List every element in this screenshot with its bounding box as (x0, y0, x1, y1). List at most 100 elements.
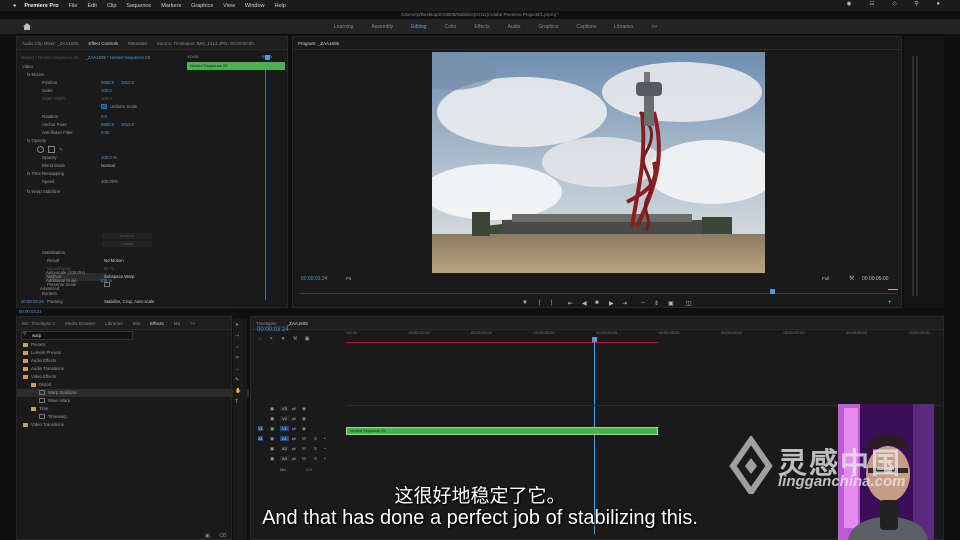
tab-audio-clip-mixer[interactable]: Audio Clip Mixer: _ZAA1605 (17, 41, 84, 46)
effects-tree-item[interactable]: Video Transitions (17, 421, 233, 429)
lock-track-icon[interactable]: ▣ (270, 436, 274, 442)
wifi-icon[interactable]: ◇ (892, 1, 896, 7)
pen-tool-icon[interactable]: ✎ (235, 377, 241, 383)
quality-dropdown[interactable]: Full (822, 276, 829, 281)
solo-icon[interactable]: S (314, 436, 317, 441)
effects-tree-item[interactable]: Audio Effects (17, 357, 233, 365)
source-patch[interactable]: A1 (258, 436, 263, 441)
effects-tree-item[interactable]: Timewarp (17, 413, 249, 421)
ws-audio[interactable]: Audio (499, 24, 530, 30)
toggle-output-icon[interactable]: ◉ (302, 426, 306, 432)
mute-icon[interactable]: M (302, 436, 306, 441)
lock-track-icon[interactable]: ▣ (270, 446, 274, 452)
microphone-icon[interactable]: • (324, 446, 326, 451)
mark-out-icon[interactable]: | (551, 300, 553, 306)
effects-search-input[interactable]: warp (21, 331, 133, 340)
solo-icon[interactable]: S (314, 456, 317, 461)
mute-icon[interactable]: M (302, 456, 306, 461)
ws-assembly[interactable]: Assembly (362, 24, 402, 30)
ws-libraries[interactable]: Libraries (605, 24, 642, 30)
track-label[interactable]: A1 (280, 436, 289, 441)
insert-icon[interactable]: ⇔ (640, 300, 646, 306)
sync-lock-icon[interactable]: ⇄ (292, 446, 296, 452)
track-label[interactable]: V1 (280, 426, 289, 431)
solo-icon[interactable]: S (314, 446, 317, 451)
master-volume-value[interactable]: 0.0 (306, 467, 312, 472)
program-scrubber[interactable] (300, 293, 896, 294)
lock-track-icon[interactable]: ▣ (270, 406, 274, 412)
sync-lock-icon[interactable]: ⇄ (292, 416, 296, 422)
effects-tree-item[interactable]: Distort (17, 381, 241, 389)
menu-window[interactable]: Window (245, 3, 265, 9)
track-label[interactable]: V2 (280, 416, 289, 421)
track-select-icon[interactable]: ⇢ (235, 333, 241, 339)
tab-timeline-timelapse[interactable]: Timelapse (251, 321, 282, 326)
work-area-bar[interactable] (346, 342, 658, 343)
sequence-clip-label[interactable]: _ZAA1605 * Nested Sequence 03 (86, 55, 151, 60)
record-icon[interactable]: ◉ (847, 1, 852, 7)
lock-track-icon[interactable]: ▣ (270, 426, 274, 432)
track-label[interactable]: A3 (280, 456, 289, 461)
timeline-settings-icon[interactable]: ⚒ (293, 336, 297, 342)
effects-tree-item[interactable]: Warp Stabilizer (17, 389, 249, 397)
ws-graphics[interactable]: Graphics (529, 24, 567, 30)
trash-icon[interactable]: ⌫ (219, 533, 226, 539)
tab-timeline-zaa1605[interactable]: _ZAA1605 (282, 321, 313, 326)
mute-icon[interactable]: M (302, 446, 306, 451)
menu-clip[interactable]: Clip (107, 3, 116, 9)
program-timecode[interactable]: 00:00:03:24 (301, 276, 327, 282)
export-frame-icon[interactable]: ▣ (668, 300, 674, 307)
lock-track-icon[interactable]: ▣ (270, 416, 274, 422)
compare-view-icon[interactable]: ◫ (686, 300, 692, 307)
sync-lock-icon[interactable]: ⇄ (292, 426, 296, 432)
overwrite-icon[interactable]: ⇕ (654, 300, 659, 307)
ws-editing[interactable]: Editing (402, 24, 435, 30)
additional-scale-value[interactable]: 100 % (100, 277, 112, 285)
tab-media-browser[interactable]: Media Browser (60, 321, 100, 326)
slip-tool-icon[interactable]: ↔ (235, 366, 241, 372)
ec-clip-bar[interactable]: Nested Sequence 03 (187, 62, 285, 70)
tab-effect-controls[interactable]: Effect Controls (84, 41, 123, 46)
add-marker-tl-icon[interactable]: ▼ (281, 336, 286, 342)
snap-icon[interactable]: ∩ (258, 336, 262, 342)
effects-tree-item[interactable]: Video Effects (17, 373, 233, 381)
captions-icon[interactable]: ▣ (305, 336, 310, 342)
toggle-output-icon[interactable]: ◉ (302, 416, 306, 422)
sync-lock-icon[interactable]: ⇄ (292, 436, 296, 442)
step-back-icon[interactable]: ◀ (582, 300, 587, 307)
ripple-edit-icon[interactable]: ⇔ (235, 344, 241, 350)
ws-color[interactable]: Color (435, 24, 465, 30)
menu-app-name[interactable]: Premiere Pro (24, 3, 58, 9)
menu-edit[interactable]: Edit (87, 3, 96, 9)
step-forward-icon[interactable]: ▶ (609, 300, 614, 307)
ws-learning[interactable]: Learning (325, 24, 362, 30)
fit-dropdown[interactable]: Fit (346, 276, 351, 281)
effects-tree-item[interactable]: Time (17, 405, 241, 413)
lock-track-icon[interactable]: ▣ (270, 456, 274, 462)
tab-bin[interactable]: Bin: Timelapse 1 (17, 321, 60, 326)
tab-markers[interactable]: Ma (169, 321, 185, 326)
framing-dropdown[interactable]: Stabilize, Crop, Auto-scale (104, 298, 154, 306)
source-patch[interactable]: V1 (258, 426, 263, 431)
control-center-icon[interactable]: ☷ (869, 1, 874, 7)
ws-effects[interactable]: Effects (465, 24, 498, 30)
add-marker-icon[interactable]: ▼ (522, 300, 528, 306)
hand-tool-icon[interactable]: ✋ (235, 388, 241, 394)
timeline-ruler[interactable]: :00:00 00:00:01:00 00:00:02:00 00:00:03:00 0… (346, 330, 942, 340)
microphone-icon[interactable]: • (324, 436, 326, 441)
menu-markers[interactable]: Markers (161, 3, 181, 9)
button-editor-icon[interactable]: + (888, 300, 892, 306)
mark-in-icon[interactable]: | (539, 300, 541, 306)
effects-tree-item[interactable]: Presets (17, 341, 233, 349)
track-label[interactable]: V3 (280, 406, 289, 411)
tab-effects[interactable]: Effects (145, 321, 169, 326)
tab-info[interactable]: Info (128, 321, 146, 326)
master-clip-label[interactable]: Master * Nested Sequence 03 (21, 55, 78, 60)
menu-file[interactable]: File (69, 3, 78, 9)
menu-sequence[interactable]: Sequence (126, 3, 151, 9)
tab-program[interactable]: Program: _ZAA1605 (293, 41, 344, 46)
effects-tree-item[interactable]: Audio Transitions (17, 365, 233, 373)
effects-tree-item[interactable]: Wave Warp (17, 397, 249, 405)
microphone-icon[interactable]: • (324, 456, 326, 461)
track-label[interactable]: A2 (280, 446, 289, 451)
